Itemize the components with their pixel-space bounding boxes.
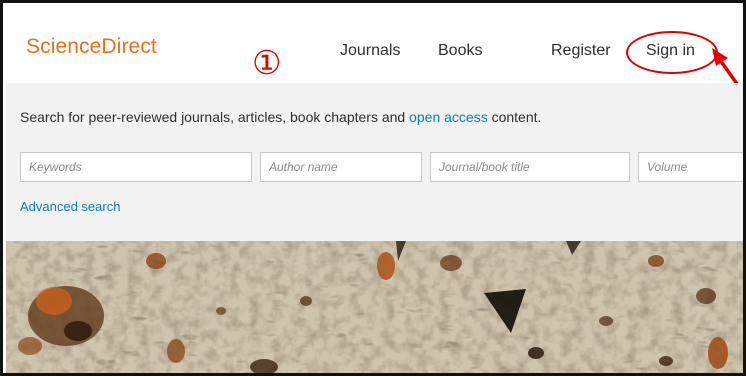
journal-book-title-input[interactable] [430, 152, 630, 182]
nav-register-link[interactable]: Register [551, 42, 611, 60]
annotation-number-badge: ① [252, 43, 282, 82]
sciencedirect-logo[interactable]: ScienceDirect [26, 35, 157, 59]
micrograph-texture [6, 241, 743, 373]
site-header: ScienceDirect ① Journals Books Register … [6, 6, 743, 96]
screenshot-frame: ScienceDirect ① Journals Books Register … [0, 0, 746, 376]
nav-books-link[interactable]: Books [438, 42, 482, 60]
open-access-link[interactable]: open access [409, 109, 488, 125]
search-panel: Search for peer-reviewed journals, artic… [6, 83, 743, 241]
keywords-input[interactable] [20, 152, 252, 182]
nav-journals-link[interactable]: Journals [340, 42, 400, 60]
author-name-input[interactable] [260, 152, 422, 182]
tagline-text-end: content. [487, 109, 542, 125]
search-tagline: Search for peer-reviewed journals, artic… [20, 109, 541, 125]
volume-input[interactable] [638, 152, 743, 182]
tagline-text: Search for peer-reviewed journals, artic… [20, 109, 410, 125]
sign-in-highlight-circle [626, 31, 718, 74]
hero-micrograph-image [6, 241, 743, 373]
advanced-search-link[interactable]: Advanced search [20, 199, 120, 214]
